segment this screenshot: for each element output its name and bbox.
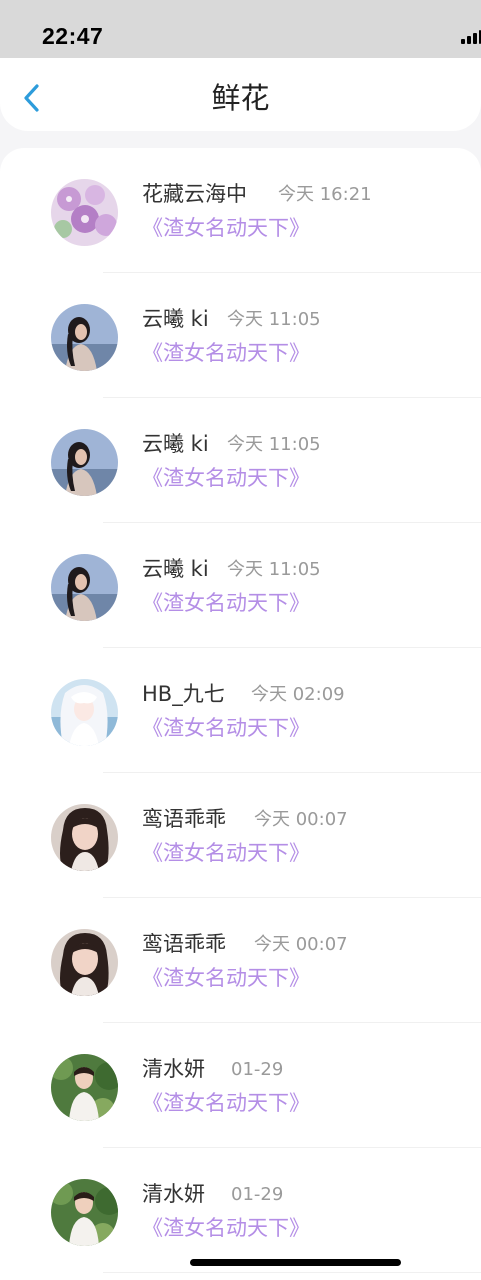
item-time: 01-29 [231,1184,284,1205]
flower-avatar-image [51,179,118,246]
item-name: 鸾语乖乖 [142,932,226,956]
item-gift: 《渣女名动天下》 [142,341,310,365]
avatar[interactable] [51,304,118,371]
girl-sea-avatar-image [51,304,118,371]
item-name: 清水妍 [142,1057,205,1081]
item-gift: 《渣女名动天下》 [142,591,310,615]
list-item[interactable]: 清水妍 01-29 《渣女名动天下》 [0,1023,481,1148]
item-name: 鸾语乖乖 [142,807,226,831]
boy-garden-avatar-image [51,1054,118,1121]
avatar[interactable] [51,804,118,871]
item-name: 清水妍 [142,1182,205,1206]
anime-girl-avatar-image [51,679,118,746]
avatar[interactable] [51,429,118,496]
item-time: 今天 11:05 [227,434,321,455]
item-gift: 《渣女名动天下》 [142,716,310,740]
status-bar: 22:47 [0,0,481,58]
item-time: 今天 16:21 [278,184,372,205]
gift-list: 花藏云海中 今天 16:21 《渣女名动天下》 云曦 ki 今天 11:05 《… [0,148,481,1280]
item-gift: 《渣女名动天下》 [142,1091,310,1115]
page-title: 鲜花 [211,81,270,115]
list-item[interactable]: 清水妍 01-29 《渣女名动天下》 [0,1148,481,1273]
home-indicator[interactable] [190,1259,401,1266]
item-time: 今天 11:05 [227,309,321,330]
item-gift: 《渣女名动天下》 [142,841,310,865]
avatar[interactable] [51,1054,118,1121]
avatar[interactable] [51,1179,118,1246]
list-item[interactable]: 鸾语乖乖 今天 00:07 《渣女名动天下》 [0,898,481,1023]
list-item[interactable]: HB_九七 今天 02:09 《渣女名动天下》 [0,648,481,773]
item-gift: 《渣女名动天下》 [142,466,310,490]
list-item[interactable]: 云曦 ki 今天 11:05 《渣女名动天下》 [0,523,481,648]
signal-icon [461,30,481,44]
girl-portrait-avatar-image [51,929,118,996]
avatar[interactable] [51,679,118,746]
boy-garden-avatar-image [51,1179,118,1246]
avatar[interactable] [51,179,118,246]
item-time: 今天 00:07 [254,809,348,830]
girl-sea-avatar-image [51,429,118,496]
girl-sea-avatar-image [51,554,118,621]
item-time: 今天 02:09 [251,684,345,705]
girl-portrait-avatar-image [51,804,118,871]
list-item[interactable]: 云曦 ki 今天 11:05 《渣女名动天下》 [0,273,481,398]
item-gift: 《渣女名动天下》 [142,216,310,240]
item-name: 云曦 ki [142,307,209,331]
item-gift: 《渣女名动天下》 [142,1216,310,1240]
item-gift: 《渣女名动天下》 [142,966,310,990]
list-item[interactable]: 云曦 ki 今天 11:05 《渣女名动天下》 [0,398,481,523]
divider [103,1272,481,1273]
list-item[interactable]: 鸾语乖乖 今天 00:07 《渣女名动天下》 [0,773,481,898]
avatar[interactable] [51,554,118,621]
nav-bar: 鲜花 [0,58,481,131]
item-name: 花藏云海中 [142,182,247,206]
status-time: 22:47 [42,23,104,49]
item-name: 云曦 ki [142,432,209,456]
item-name: HB_九七 [142,682,225,706]
list-item[interactable]: 花藏云海中 今天 16:21 《渣女名动天下》 [0,148,481,273]
item-time: 今天 11:05 [227,559,321,580]
item-name: 云曦 ki [142,557,209,581]
item-time: 今天 00:07 [254,934,348,955]
item-time: 01-29 [231,1059,284,1080]
avatar[interactable] [51,929,118,996]
